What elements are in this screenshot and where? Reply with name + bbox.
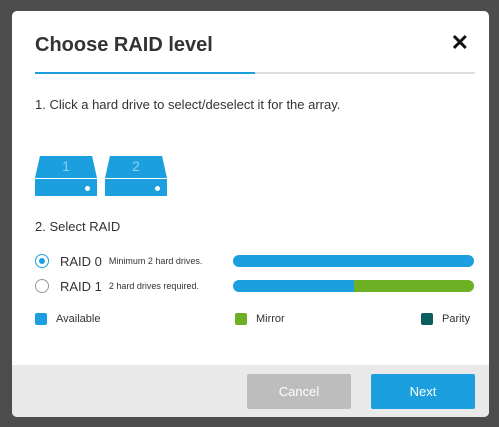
raid0-description: Minimum 2 hard drives. bbox=[108, 256, 203, 266]
available-swatch bbox=[35, 313, 47, 325]
raid0-available-segment bbox=[233, 255, 474, 267]
step1-instruction: 1. Click a hard drive to select/deselect… bbox=[35, 97, 341, 112]
hard-drive-1[interactable]: 1 bbox=[35, 156, 97, 196]
raid-option-raid1[interactable]: RAID 1 2 hard drives required. bbox=[35, 276, 219, 296]
step2-instruction: 2. Select RAID bbox=[35, 219, 121, 234]
cancel-button[interactable]: Cancel bbox=[247, 374, 351, 409]
drive-led-icon bbox=[85, 186, 90, 191]
dialog-title: Choose RAID level bbox=[35, 34, 213, 56]
parity-swatch bbox=[421, 313, 433, 325]
raid-dialog: Choose RAID level ✕ 1. Click a hard driv… bbox=[12, 11, 489, 417]
hard-drive-2[interactable]: 2 bbox=[105, 156, 167, 196]
legend-available-label: Available bbox=[56, 313, 101, 325]
raid1-capacity-bar bbox=[233, 280, 474, 292]
raid0-radio[interactable] bbox=[35, 254, 49, 268]
dialog-footer: Cancel Next bbox=[12, 365, 489, 417]
next-button[interactable]: Next bbox=[371, 374, 475, 409]
close-icon[interactable]: ✕ bbox=[451, 32, 469, 54]
wizard-progress-fill bbox=[35, 72, 255, 74]
raid1-available-segment bbox=[233, 280, 354, 292]
legend-mirror-label: Mirror bbox=[256, 313, 285, 325]
raid1-label: RAID 1 bbox=[60, 278, 102, 294]
raid0-capacity-bar bbox=[233, 255, 474, 267]
raid0-label: RAID 0 bbox=[60, 253, 102, 269]
raid-option-raid0[interactable]: RAID 0 Minimum 2 hard drives. bbox=[35, 251, 219, 271]
drive-led-icon bbox=[155, 186, 160, 191]
raid1-mirror-segment bbox=[353, 280, 474, 292]
legend-available: Available bbox=[35, 313, 100, 325]
drive-number: 1 bbox=[62, 158, 70, 174]
legend-parity-label: Parity bbox=[442, 313, 471, 325]
drive-selector: 1 2 bbox=[35, 156, 167, 196]
raid1-radio[interactable] bbox=[35, 279, 49, 293]
raid1-description: 2 hard drives required. bbox=[108, 281, 199, 291]
legend-parity: Parity bbox=[421, 313, 470, 325]
wizard-progress-track bbox=[35, 72, 475, 74]
mirror-swatch bbox=[235, 313, 247, 325]
drive-number: 2 bbox=[132, 158, 140, 174]
legend-mirror: Mirror bbox=[235, 313, 285, 325]
